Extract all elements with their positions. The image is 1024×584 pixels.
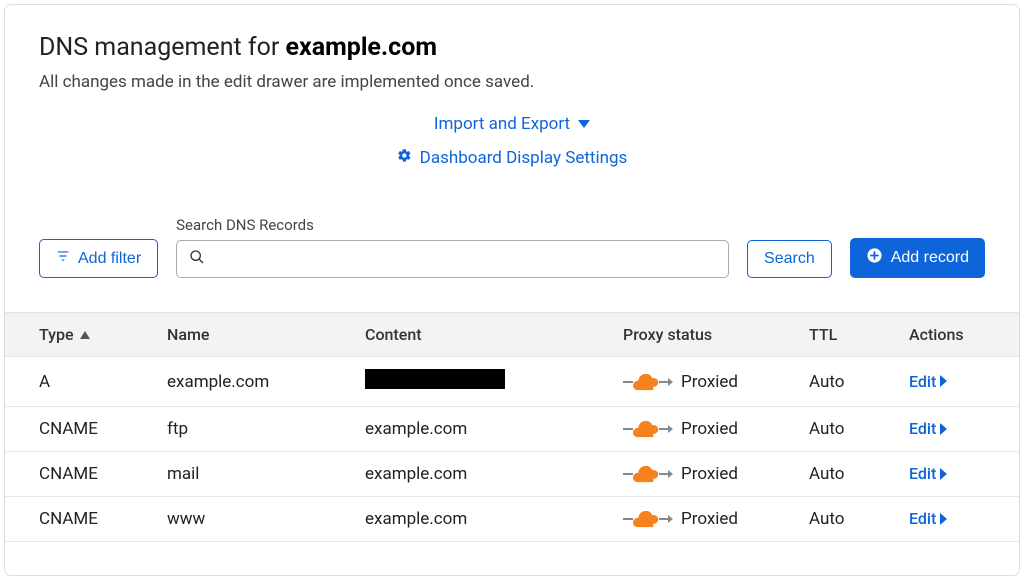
- title-prefix: DNS management for: [39, 33, 286, 62]
- edit-label: Edit: [909, 372, 936, 391]
- col-name-header[interactable]: Name: [167, 325, 365, 344]
- add-filter-button[interactable]: Add filter: [39, 239, 158, 278]
- cell-actions: Edit: [909, 372, 981, 392]
- toolbar: Add filter Search DNS Records Search Add…: [39, 216, 985, 278]
- cell-proxy: Proxied: [623, 464, 809, 484]
- page-title: DNS management for example.com: [39, 33, 985, 62]
- cell-name: mail: [167, 464, 365, 484]
- add-filter-label: Add filter: [78, 250, 141, 268]
- search-label: Search DNS Records: [176, 216, 729, 234]
- import-export-link[interactable]: Import and Export: [434, 114, 590, 134]
- cell-actions: Edit: [909, 419, 981, 439]
- search-box[interactable]: [176, 240, 729, 278]
- edit-label: Edit: [909, 464, 936, 483]
- edit-label: Edit: [909, 509, 936, 528]
- edit-button[interactable]: Edit: [909, 464, 947, 483]
- add-record-button[interactable]: Add record: [850, 238, 985, 278]
- page-subtitle: All changes made in the edit drawer are …: [39, 72, 985, 92]
- chevron-right-icon: [940, 468, 947, 480]
- proxy-status-label: Proxied: [681, 372, 738, 392]
- chevron-right-icon: [940, 423, 947, 435]
- col-actions-header: Actions: [909, 325, 981, 344]
- chevron-right-icon: [940, 513, 947, 525]
- center-links: Import and Export Dashboard Display Sett…: [39, 114, 985, 168]
- gear-icon: [397, 148, 412, 168]
- proxy-status-label: Proxied: [681, 509, 738, 529]
- proxy-cloud-icon: [623, 465, 669, 483]
- cell-type: CNAME: [39, 464, 167, 484]
- proxy-status-label: Proxied: [681, 464, 738, 484]
- title-domain: example.com: [286, 33, 437, 62]
- col-ttl-header[interactable]: TTL: [809, 325, 909, 344]
- dns-table: Type Name Content Proxy status TTL Actio…: [5, 312, 1019, 542]
- cell-proxy: Proxied: [623, 509, 809, 529]
- search-button[interactable]: Search: [747, 240, 832, 278]
- cell-name: ftp: [167, 419, 365, 439]
- cell-content-wrap: example.com: [365, 509, 623, 529]
- edit-label: Edit: [909, 419, 936, 438]
- chevron-right-icon: [940, 375, 947, 387]
- chevron-down-icon: [578, 120, 590, 128]
- cell-name: www: [167, 509, 365, 529]
- cell-content-wrap: example.com: [365, 464, 623, 484]
- table-row: CNAMEwwwexample.com Proxied AutoEdit: [5, 497, 1019, 542]
- proxy-status-label: Proxied: [681, 419, 738, 439]
- col-type-label: Type: [39, 325, 74, 344]
- cell-actions: Edit: [909, 464, 981, 484]
- col-proxy-header[interactable]: Proxy status: [623, 325, 809, 344]
- cell-ttl: Auto: [809, 509, 909, 529]
- filter-icon: [56, 249, 70, 268]
- proxy-cloud-icon: [623, 510, 669, 528]
- cell-actions: Edit: [909, 509, 981, 529]
- import-export-label: Import and Export: [434, 114, 570, 134]
- plus-circle-icon: [866, 247, 883, 269]
- search-icon: [189, 249, 205, 269]
- proxy-cloud-icon: [623, 420, 669, 438]
- dashboard-settings-link[interactable]: Dashboard Display Settings: [397, 148, 628, 168]
- table-body: Aexample.comProxiedAutoEditCNAMEftpexamp…: [5, 357, 1019, 542]
- search-button-label: Search: [764, 250, 815, 268]
- table-row: CNAMEmailexample.com Proxied AutoEdit: [5, 452, 1019, 497]
- cell-type: CNAME: [39, 419, 167, 439]
- sort-asc-icon: [80, 331, 90, 339]
- cell-content: example.com: [365, 464, 467, 484]
- edit-button[interactable]: Edit: [909, 372, 947, 391]
- cell-content: example.com: [365, 509, 467, 529]
- table-row: Aexample.com Proxied AutoEdit: [5, 357, 1019, 407]
- cell-ttl: Auto: [809, 372, 909, 392]
- cell-name: example.com: [167, 372, 365, 392]
- col-content-header[interactable]: Content: [365, 325, 623, 344]
- dns-panel: DNS management for example.com All chang…: [4, 4, 1020, 576]
- table-header: Type Name Content Proxy status TTL Actio…: [5, 312, 1019, 357]
- cell-type: CNAME: [39, 509, 167, 529]
- col-type-header[interactable]: Type: [39, 325, 167, 344]
- table-row: CNAMEftpexample.com Proxied AutoEdit: [5, 407, 1019, 452]
- edit-button[interactable]: Edit: [909, 419, 947, 438]
- cell-proxy: Proxied: [623, 372, 809, 392]
- cell-content: example.com: [365, 419, 467, 439]
- cell-content-wrap: example.com: [365, 419, 623, 439]
- cell-ttl: Auto: [809, 419, 909, 439]
- add-record-label: Add record: [891, 249, 969, 267]
- edit-button[interactable]: Edit: [909, 509, 947, 528]
- search-block: Search DNS Records: [176, 216, 729, 278]
- cell-content-wrap: [365, 369, 623, 394]
- proxy-cloud-icon: [623, 373, 669, 391]
- cell-type: A: [39, 372, 167, 392]
- dashboard-settings-label: Dashboard Display Settings: [420, 148, 628, 168]
- cell-proxy: Proxied: [623, 419, 809, 439]
- redacted-content: [365, 369, 505, 389]
- search-input[interactable]: [215, 250, 716, 268]
- cell-ttl: Auto: [809, 464, 909, 484]
